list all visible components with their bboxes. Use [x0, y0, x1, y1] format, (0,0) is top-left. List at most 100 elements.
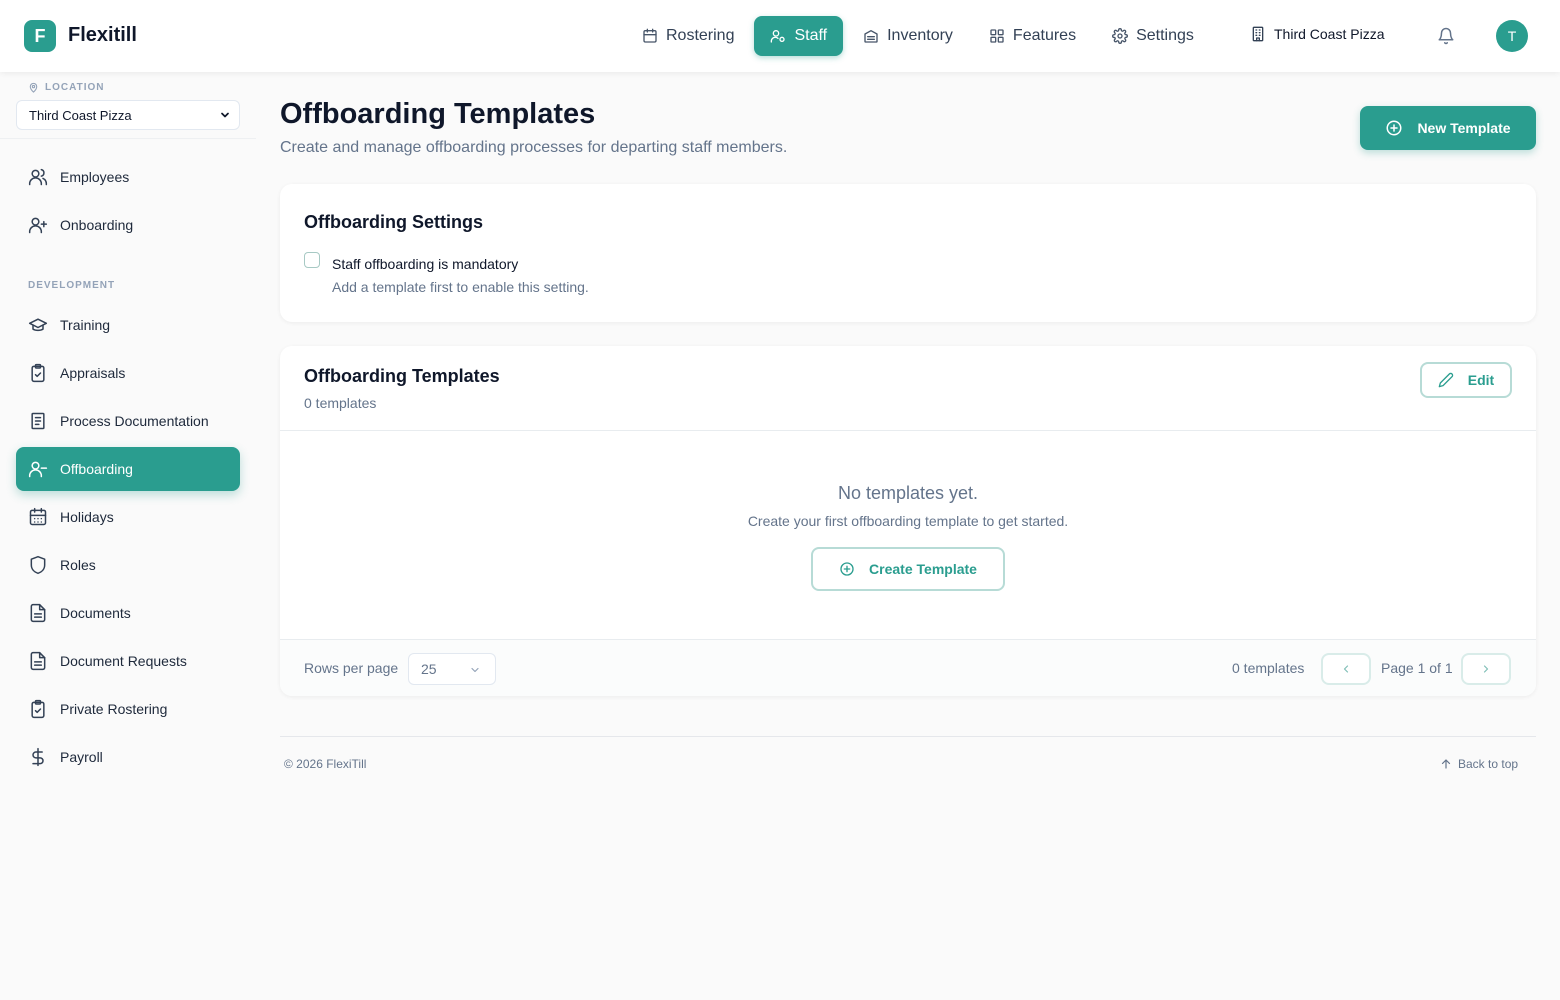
next-page-button[interactable] — [1461, 653, 1511, 685]
nav-settings[interactable]: Settings — [1102, 16, 1204, 56]
location-switcher[interactable]: Third Coast Pizza — [1250, 26, 1384, 42]
map-pin-icon — [28, 82, 39, 93]
mandatory-checkbox-hint: Add a template first to enable this sett… — [332, 279, 589, 295]
templates-card-title: Offboarding Templates — [304, 366, 500, 386]
nav-rostering-label: Rostering — [666, 27, 735, 44]
templates-card: Offboarding Templates 0 templates Edit N… — [280, 346, 1536, 696]
templates-count: 0 templates — [304, 395, 377, 411]
rows-per-page-value: 25 — [421, 661, 437, 677]
sidebar-item-label: Process Documentation — [60, 413, 209, 429]
offboarding-settings-card: Offboarding Settings Staff offboarding i… — [280, 184, 1536, 322]
sidebar-item-label: Onboarding — [60, 217, 134, 233]
nav-staff[interactable]: Staff — [754, 16, 844, 56]
shield-icon — [28, 555, 48, 575]
plus-circle-icon — [839, 561, 855, 577]
location-label: LOCATION — [28, 82, 104, 93]
dollar-icon — [28, 747, 48, 767]
top-bar: F Flexitill Rostering Staff Inventory Fe… — [0, 0, 1560, 72]
clipboard-check-icon — [28, 699, 48, 719]
chevron-down-icon — [469, 664, 481, 676]
back-to-top-link[interactable]: Back to top — [1440, 757, 1518, 771]
sidebar-item-training[interactable]: Training — [16, 303, 240, 347]
settings-card-title: Offboarding Settings — [304, 212, 483, 232]
sidebar-item-roles[interactable]: Roles — [16, 543, 240, 587]
sidebar-item-holidays[interactable]: Holidays — [16, 495, 240, 539]
card-header-divider — [280, 430, 1536, 431]
users-icon — [28, 167, 48, 187]
pagination-count: 0 templates — [1232, 660, 1305, 676]
logo-mark: F — [24, 20, 56, 52]
edit-button[interactable]: Edit — [1420, 362, 1512, 398]
location-label-text: LOCATION — [45, 82, 105, 93]
grid-icon — [989, 28, 1005, 44]
nav-staff-label: Staff — [794, 27, 828, 44]
top-nav: Rostering Staff Inventory Features Setti… — [632, 16, 1204, 56]
page-subtitle: Create and manage offboarding processes … — [280, 139, 788, 156]
bell-icon[interactable] — [1437, 27, 1455, 45]
sidebar-item-payroll[interactable]: Payroll — [16, 735, 240, 779]
sidebar-item-label: Documents — [60, 605, 131, 621]
sidebar-item-document-requests[interactable]: Document Requests — [16, 639, 240, 683]
nav-inventory[interactable]: Inventory — [853, 16, 963, 56]
pagination-bar: Rows per page 25 0 templates Page 1 of 1 — [280, 639, 1536, 696]
footer-divider — [280, 736, 1536, 737]
sidebar: LOCATION Third Coast Pizza Employees Onb… — [0, 72, 256, 1000]
avatar[interactable]: T — [1496, 20, 1528, 52]
calendar-icon — [28, 507, 48, 527]
clipboard-check-icon — [28, 363, 48, 383]
sidebar-item-process-documentation[interactable]: Process Documentation — [16, 399, 240, 443]
nav-settings-label: Settings — [1136, 27, 1194, 44]
rows-per-page-label: Rows per page — [304, 660, 399, 676]
sidebar-item-onboarding[interactable]: Onboarding — [16, 203, 240, 247]
chevron-left-icon — [1340, 663, 1352, 675]
nav-inventory-label: Inventory — [887, 27, 953, 44]
page-title: Offboarding Templates — [280, 98, 596, 130]
mandatory-checkbox[interactable] — [304, 252, 320, 268]
nav-rostering[interactable]: Rostering — [632, 16, 744, 56]
book-icon — [28, 411, 48, 431]
sidebar-item-label: Offboarding — [60, 461, 133, 477]
new-template-label: New Template — [1417, 120, 1511, 136]
empty-state-title: No templates yet. — [837, 483, 979, 503]
location-switcher-label: Third Coast Pizza — [1274, 26, 1385, 42]
sidebar-item-label: Payroll — [60, 749, 103, 765]
sidebar-divider — [0, 138, 256, 139]
sidebar-item-label: Private Rostering — [60, 701, 168, 717]
new-template-button[interactable]: New Template — [1360, 106, 1536, 150]
empty-state-subtitle: Create your first offboarding template t… — [747, 513, 1069, 529]
app-name: Flexitill — [68, 24, 137, 46]
nav-features-label: Features — [1012, 27, 1077, 44]
create-template-button[interactable]: Create Template — [811, 547, 1005, 591]
sidebar-item-employees[interactable]: Employees — [16, 155, 240, 199]
page-indicator: Page 1 of 1 — [1381, 660, 1453, 676]
building-icon — [1250, 26, 1266, 42]
sidebar-item-offboarding[interactable]: Offboarding — [16, 447, 240, 491]
location-select[interactable]: Third Coast Pizza — [16, 100, 240, 130]
prev-page-button[interactable] — [1321, 653, 1371, 685]
calendar-icon — [642, 28, 658, 44]
copyright: © 2026 FlexiTill — [284, 757, 367, 771]
users-icon — [770, 28, 786, 44]
sidebar-item-label: Holidays — [60, 509, 114, 525]
sidebar-item-label: Roles — [60, 557, 96, 573]
edit-button-label: Edit — [1467, 372, 1495, 388]
arrow-up-icon — [1440, 758, 1452, 770]
sidebar-item-private-rostering[interactable]: Private Rostering — [16, 687, 240, 731]
user-minus-icon — [28, 459, 48, 479]
mandatory-checkbox-label: Staff offboarding is mandatory — [332, 256, 519, 272]
rows-per-page-select[interactable]: 25 — [408, 653, 496, 685]
create-template-label: Create Template — [869, 561, 977, 577]
chevron-down-icon — [219, 109, 231, 121]
nav-features[interactable]: Features — [979, 16, 1086, 56]
file-text-icon — [28, 603, 48, 623]
section-label-development: DEVELOPMENT — [28, 280, 116, 291]
sidebar-item-label: Training — [60, 317, 111, 333]
sidebar-item-appraisals[interactable]: Appraisals — [16, 351, 240, 395]
location-select-value: Third Coast Pizza — [29, 107, 132, 123]
sidebar-item-documents[interactable]: Documents — [16, 591, 240, 635]
gear-icon — [1112, 28, 1128, 44]
archive-icon — [863, 28, 879, 44]
graduation-cap-icon — [28, 315, 48, 335]
pencil-icon — [1438, 372, 1454, 388]
chevron-right-icon — [1480, 663, 1492, 675]
